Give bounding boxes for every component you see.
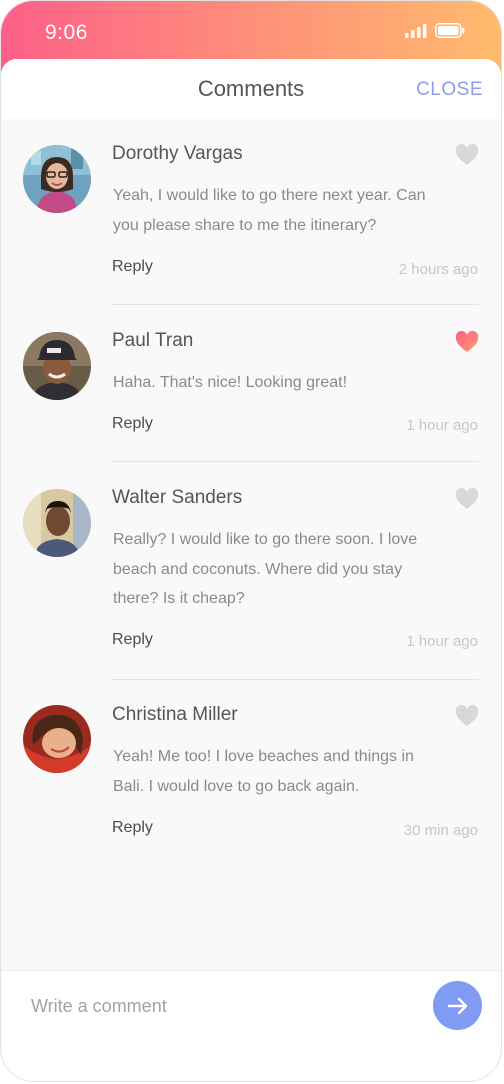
comment-text: Really? I would like to go there soon. I… (113, 531, 418, 607)
comment-author: Walter Sanders (112, 487, 243, 508)
status-time: 9:06 (45, 21, 88, 44)
comment-composer (1, 970, 501, 1081)
heart-icon[interactable] (455, 705, 479, 727)
comment-time: 2 hours ago (398, 261, 478, 278)
avatar-image (23, 145, 91, 213)
heart-icon[interactable] (455, 144, 479, 166)
arrow-right-icon (447, 997, 467, 1014)
comment-time: 30 min ago (403, 822, 478, 839)
signal-icon (405, 23, 427, 38)
send-button[interactable] (433, 981, 482, 1030)
battery-icon (435, 23, 465, 38)
divider (112, 461, 479, 462)
close-button[interactable]: CLOSE (416, 79, 483, 101)
comment-text: Haha. That's nice! Looking great! (113, 374, 348, 391)
reply-button[interactable]: Reply (112, 819, 153, 837)
comment-time: 1 hour ago (406, 417, 478, 434)
avatar-image (23, 705, 91, 773)
comment-author: Paul Tran (112, 330, 194, 351)
phone-frame: 9:06 Comments CLOSE Dorothy Vargas Yeah,… (0, 0, 502, 1082)
comment-author: Dorothy Vargas (112, 143, 243, 164)
comment-text: Yeah! Me too! I love beaches and things … (113, 748, 414, 795)
heart-icon[interactable] (455, 488, 479, 510)
avatar[interactable] (23, 705, 91, 773)
avatar[interactable] (23, 332, 91, 400)
divider (112, 304, 479, 305)
avatar[interactable] (23, 145, 91, 213)
avatar-image (23, 332, 91, 400)
avatar[interactable] (23, 489, 91, 557)
comment-author: Christina Miller (112, 704, 238, 725)
reply-button[interactable]: Reply (112, 631, 153, 649)
header: Comments CLOSE (1, 59, 501, 119)
comment-input[interactable] (29, 995, 413, 1018)
status-icons (405, 23, 465, 38)
heart-icon[interactable] (455, 331, 479, 353)
reply-button[interactable]: Reply (112, 258, 153, 276)
comments-sheet: Comments CLOSE Dorothy Vargas Yeah, I wo… (1, 59, 501, 1081)
reply-button[interactable]: Reply (112, 415, 153, 433)
comment-time: 1 hour ago (406, 633, 478, 650)
divider (112, 679, 479, 680)
avatar-image (23, 489, 91, 557)
comment-text: Yeah, I would like to go there next year… (113, 187, 426, 234)
